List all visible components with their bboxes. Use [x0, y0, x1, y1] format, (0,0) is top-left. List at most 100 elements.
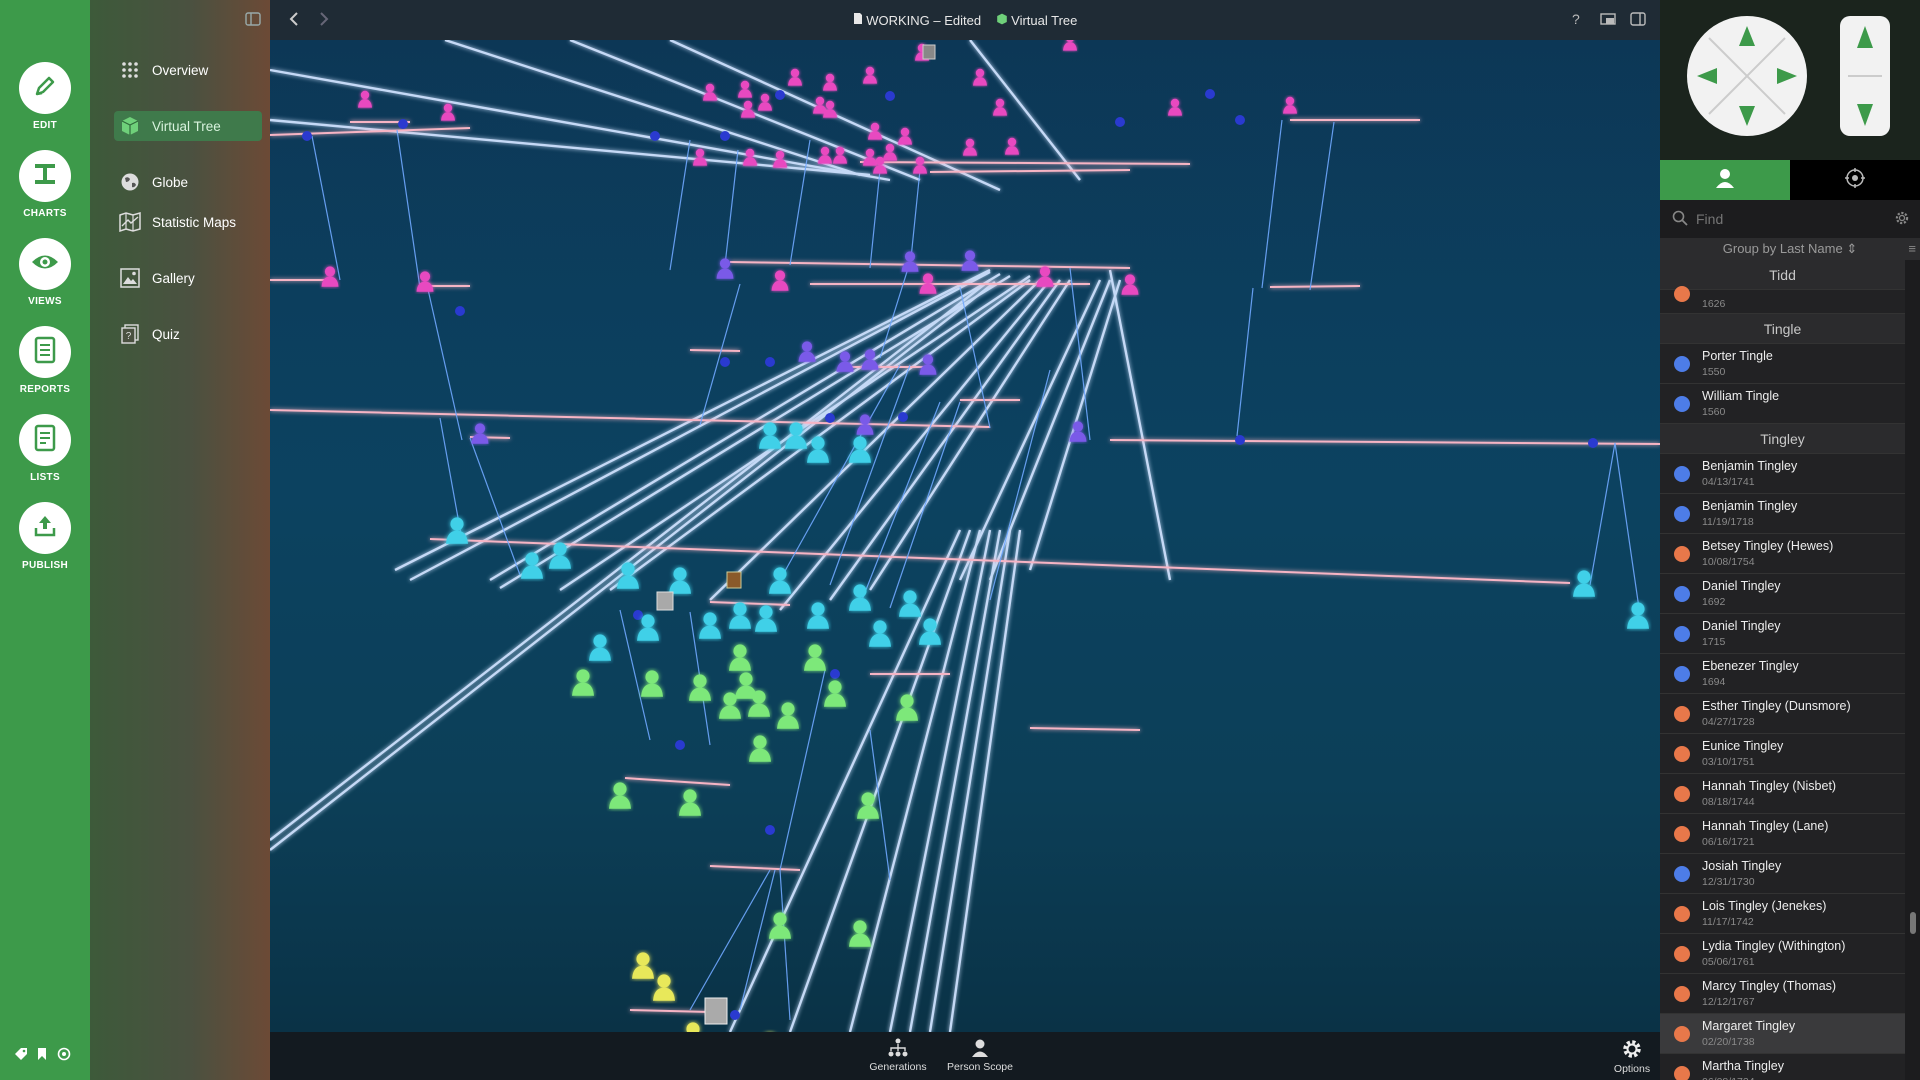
sidebar-item-statistic-maps[interactable]: Statistic Maps — [114, 207, 262, 237]
family-node[interactable] — [898, 412, 908, 422]
family-node[interactable] — [1115, 117, 1125, 127]
sex-indicator — [1674, 946, 1690, 962]
list-item[interactable]: Josiah Tingley 12/31/1730 — [1660, 854, 1905, 894]
find-bar — [1660, 200, 1920, 238]
list-item[interactable]: 1626 — [1660, 286, 1905, 314]
bookmark-icon[interactable] — [37, 1047, 47, 1066]
list-item[interactable]: Hannah Tingley (Lane) 06/16/1721 — [1660, 814, 1905, 854]
list-item[interactable]: Esther Tingley (Dunsmore) 04/27/1728 — [1660, 694, 1905, 734]
family-node[interactable] — [765, 357, 775, 367]
window-mode-icon[interactable] — [1600, 12, 1616, 29]
pan-up-arrow-icon[interactable] — [1739, 26, 1755, 46]
family-node[interactable] — [730, 1010, 740, 1020]
list-item[interactable]: Hannah Tingley (Nisbet) 08/18/1744 — [1660, 774, 1905, 814]
search-input[interactable] — [1696, 211, 1886, 227]
pan-right-arrow-icon[interactable] — [1777, 68, 1797, 84]
zoom-out-arrow-icon[interactable] — [1857, 104, 1873, 126]
sidebar-item-globe[interactable]: Globe — [114, 167, 262, 197]
globe-icon — [118, 170, 142, 194]
group-by-selector[interactable]: Group by Last Name ⇕ ≡ — [1660, 238, 1920, 260]
tag-icon[interactable] — [14, 1047, 28, 1066]
list-item[interactable]: Lois Tingley (Jenekes) 11/17/1742 — [1660, 894, 1905, 934]
family-node[interactable] — [720, 131, 730, 141]
person-date: 10/08/1754 — [1702, 556, 1755, 568]
family-node[interactable] — [650, 131, 660, 141]
person-name: Daniel Tingley — [1702, 619, 1781, 633]
sidebar-item-label: Virtual Tree — [152, 118, 221, 134]
edit-tool-button[interactable]: EDIT — [0, 62, 90, 131]
help-icon[interactable]: ? — [1572, 11, 1580, 27]
list-item[interactable]: Porter Tingle 1550 — [1660, 344, 1905, 384]
sidebar-item-overview[interactable]: Overview — [114, 55, 262, 85]
family-node[interactable] — [885, 91, 895, 101]
family-node[interactable] — [455, 306, 465, 316]
list-item[interactable]: Daniel Tingley 1692 — [1660, 574, 1905, 614]
direction-pad[interactable] — [1687, 16, 1807, 136]
generations-button[interactable]: Generations — [868, 1038, 928, 1073]
sidebar-item-gallery[interactable]: Gallery — [114, 263, 262, 293]
list-item[interactable]: Lydia Tingley (Withington) 05/06/1761 — [1660, 934, 1905, 974]
pan-left-arrow-icon[interactable] — [1697, 68, 1717, 84]
inspector-toggle-icon[interactable] — [1630, 12, 1646, 29]
list-item[interactable]: Margaret Tingley 02/20/1738 — [1660, 1014, 1905, 1054]
list-item[interactable]: Eunice Tingley 03/10/1751 — [1660, 734, 1905, 774]
family-node[interactable] — [1235, 115, 1245, 125]
target-icon — [1844, 167, 1866, 194]
family-node[interactable] — [720, 357, 730, 367]
upload-icon — [32, 513, 58, 544]
sidebar-item-quiz[interactable]: ? Quiz — [114, 319, 262, 349]
list-item[interactable]: Marcy Tingley (Thomas) 12/12/1767 — [1660, 974, 1905, 1014]
reports-tool-button[interactable]: REPORTS — [0, 326, 90, 395]
person-icon — [970, 1039, 990, 1061]
sidebar-item-virtual-tree[interactable]: Virtual Tree — [114, 111, 262, 141]
updown-chevron-icon: ⇕ — [1846, 241, 1858, 256]
sex-indicator — [1674, 826, 1690, 842]
charts-tool-button[interactable]: CHARTS — [0, 150, 90, 219]
person-date: 03/10/1751 — [1702, 756, 1755, 768]
family-node[interactable] — [398, 119, 408, 129]
sex-indicator — [1674, 986, 1690, 1002]
settings-gear-icon[interactable] — [1894, 210, 1910, 229]
person-name: Betsey Tingley (Hewes) — [1702, 539, 1834, 553]
family-node[interactable] — [633, 610, 643, 620]
lists-tool-button[interactable]: LISTS — [0, 414, 90, 483]
3d-navigation-controls — [1660, 0, 1920, 160]
list-scrollbar[interactable] — [1910, 912, 1916, 934]
options-button[interactable]: Options — [1610, 1038, 1654, 1075]
tab-persons[interactable] — [1660, 160, 1790, 200]
list-item[interactable]: Martha Tingley 06/08/1724 — [1660, 1054, 1905, 1080]
network-icon[interactable] — [56, 1047, 72, 1066]
sort-icon[interactable]: ≡ — [1908, 238, 1916, 260]
group-header: Tingley — [1660, 424, 1905, 454]
publish-tool-button[interactable]: PUBLISH — [0, 502, 90, 571]
person-name: Marcy Tingley (Thomas) — [1702, 979, 1837, 993]
family-node[interactable] — [1235, 435, 1245, 445]
tab-focus[interactable] — [1790, 160, 1920, 200]
list-item[interactable]: Daniel Tingley 1715 — [1660, 614, 1905, 654]
family-node[interactable] — [1588, 438, 1598, 448]
list-item[interactable]: Benjamin Tingley 04/13/1741 — [1660, 454, 1905, 494]
sidebar-toggle-icon[interactable] — [244, 10, 262, 28]
virtual-tree-3d-canvas[interactable] — [270, 40, 1660, 1032]
list-document-icon — [34, 424, 56, 457]
person-name: Esther Tingley (Dunsmore) — [1702, 699, 1851, 713]
pan-down-arrow-icon[interactable] — [1739, 106, 1755, 126]
virtual-tree-graph[interactable] — [270, 40, 1660, 1032]
zoom-control[interactable] — [1840, 16, 1890, 136]
family-node[interactable] — [1205, 89, 1215, 99]
list-item[interactable]: Ebenezer Tingley 1694 — [1660, 654, 1905, 694]
person-name: Josiah Tingley — [1702, 859, 1782, 873]
family-node[interactable] — [830, 669, 840, 679]
family-node[interactable] — [765, 825, 775, 835]
family-node[interactable] — [302, 131, 312, 141]
views-tool-button[interactable]: VIEWS — [0, 238, 90, 307]
list-item[interactable]: Benjamin Tingley 11/19/1718 — [1660, 494, 1905, 534]
person-list[interactable]: Tidd 1626 Tingle Porter Tingle 1550 Will… — [1660, 260, 1905, 1080]
zoom-in-arrow-icon[interactable] — [1857, 26, 1873, 48]
family-node[interactable] — [675, 740, 685, 750]
person-scope-button[interactable]: Person Scope — [940, 1038, 1020, 1073]
family-node[interactable] — [825, 413, 835, 423]
list-item[interactable]: William Tingle 1560 — [1660, 384, 1905, 424]
family-node[interactable] — [775, 90, 785, 100]
list-item[interactable]: Betsey Tingley (Hewes) 10/08/1754 — [1660, 534, 1905, 574]
